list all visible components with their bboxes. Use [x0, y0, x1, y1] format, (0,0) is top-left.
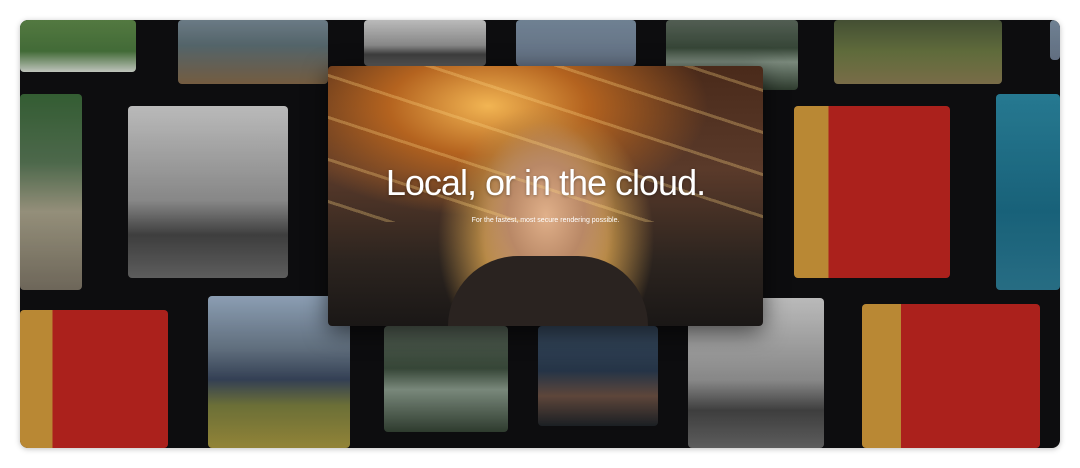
thumbnail-image — [178, 20, 328, 84]
image-wall: Local, or in the cloud. For the fastest,… — [20, 20, 1060, 448]
thumbnail-image — [834, 20, 1002, 84]
portrait-figure — [448, 256, 648, 326]
thumbnail-image — [20, 310, 168, 448]
hero-title: Local, or in the cloud. — [385, 162, 706, 203]
thumbnail-image — [516, 20, 636, 66]
thumbnail-image — [996, 94, 1060, 290]
thumbnail-image — [794, 106, 950, 278]
hero-subtitle: For the fastest, most secure rendering p… — [471, 217, 620, 224]
hero-image: Local, or in the cloud. For the fastest,… — [328, 66, 763, 326]
thumbnail-image — [384, 326, 508, 432]
thumbnail-image — [20, 20, 136, 72]
thumbnail-image — [128, 106, 288, 278]
thumbnail-image — [364, 20, 486, 66]
thumbnail-image — [862, 304, 1040, 448]
thumbnail-image — [20, 94, 82, 290]
thumbnail-image — [1050, 20, 1060, 60]
thumbnail-image — [538, 326, 658, 426]
